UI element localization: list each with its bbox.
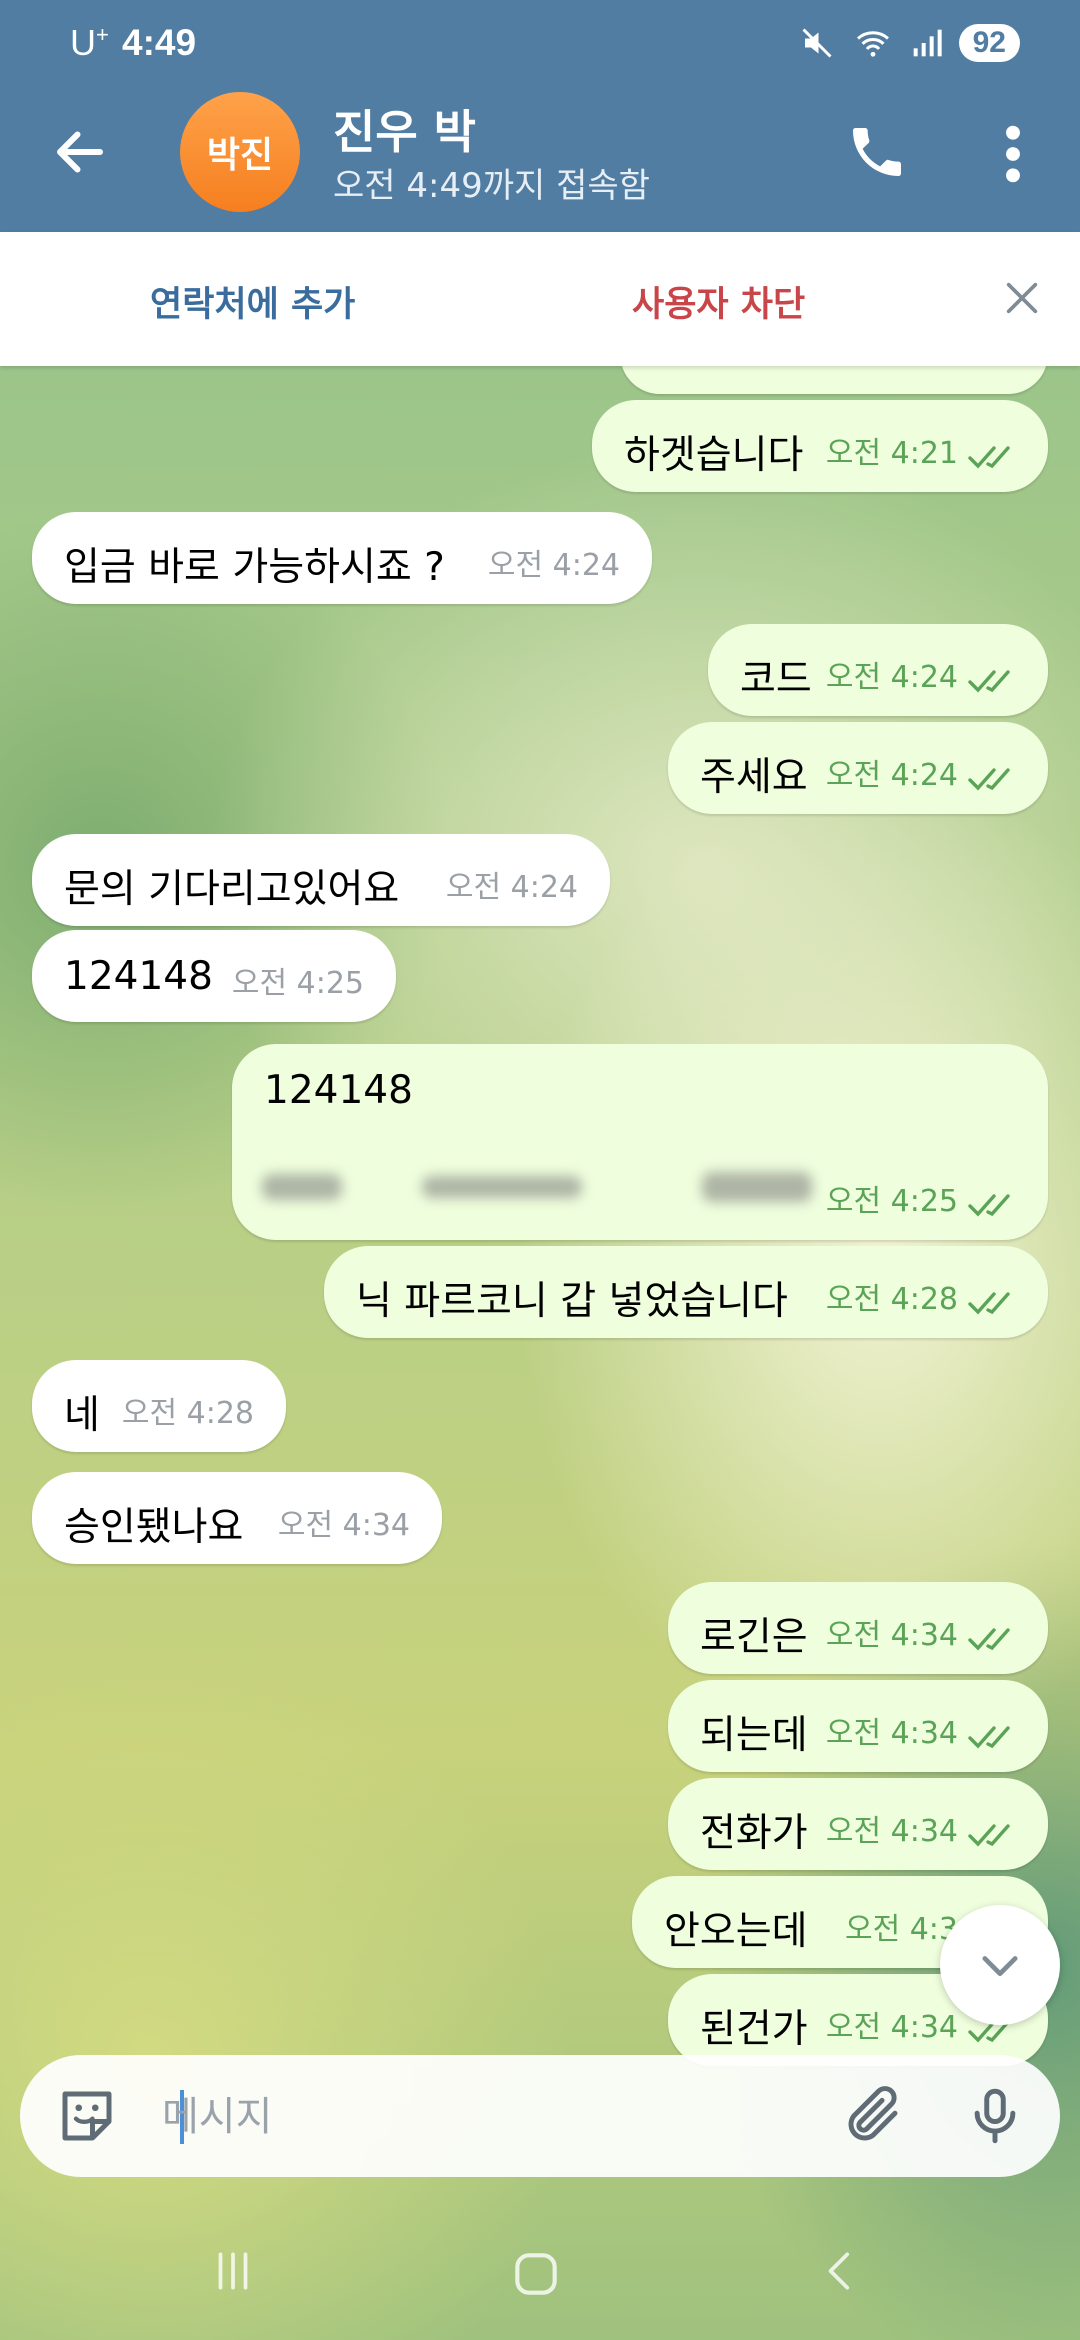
status-bar: U+ 4:49 92 bbox=[0, 0, 1080, 95]
redacted-text bbox=[702, 1172, 812, 1202]
more-options-icon[interactable] bbox=[995, 122, 1031, 186]
message-input-bar bbox=[20, 2055, 1060, 2177]
message-text: 전화가 bbox=[700, 1811, 808, 1856]
attach-paperclip-icon[interactable] bbox=[840, 2083, 906, 2149]
message-time: 오전 4:34 bbox=[825, 1618, 958, 1653]
contact-name[interactable]: 진우 박 bbox=[333, 96, 476, 162]
block-user-button[interactable]: 사용자 차단 bbox=[632, 276, 805, 327]
message-time: 오전 4:25 bbox=[231, 966, 364, 1001]
message-text: 로긴은 bbox=[700, 1615, 808, 1660]
microphone-icon[interactable] bbox=[962, 2081, 1028, 2151]
message-text: 닉 파르코니 갑 넣었습니다 bbox=[356, 1279, 788, 1324]
back-nav-icon[interactable] bbox=[816, 2246, 866, 2296]
recent-apps-icon[interactable] bbox=[208, 2246, 258, 2296]
message-bubble-outgoing[interactable]: 124148 오전 4:25 bbox=[232, 1044, 1048, 1240]
chevron-down-icon bbox=[982, 1956, 1018, 1977]
message-bubble-outgoing[interactable]: 하겟습니다 오전 4:21 bbox=[592, 400, 1048, 492]
home-icon[interactable] bbox=[508, 2246, 564, 2302]
message-text: 코드 bbox=[740, 657, 812, 702]
message-text: 문의 기다리고있어요 bbox=[64, 867, 400, 912]
message-bubble-outgoing[interactable]: 전화가 오전 4:34 bbox=[668, 1778, 1048, 1870]
message-time: 오전 4:25 bbox=[825, 1184, 958, 1219]
read-check-icon bbox=[968, 768, 1010, 791]
message-time: 오전 4:24 bbox=[445, 870, 578, 905]
read-check-icon bbox=[968, 1194, 1010, 1217]
message-time: 오전 4:24 bbox=[487, 548, 620, 583]
contact-avatar[interactable]: 박진 bbox=[180, 92, 300, 212]
message-text: 되는데 bbox=[700, 1713, 808, 1758]
message-bubble-outgoing[interactable]: 코드 오전 4:24 bbox=[708, 624, 1048, 716]
message-bubble-outgoing[interactable]: 되는데 오전 4:34 bbox=[668, 1680, 1048, 1772]
message-text: 안오는데 bbox=[664, 1909, 808, 1954]
message-text: 된건가 bbox=[700, 2007, 808, 2052]
last-seen-status: 오전 4:49까지 접속함 bbox=[333, 166, 650, 206]
message-bubble-incoming[interactable]: 네 오전 4:28 bbox=[32, 1360, 286, 1452]
back-arrow-icon[interactable] bbox=[50, 122, 110, 182]
message-bubble-outgoing[interactable]: 주세요 오전 4:24 bbox=[668, 722, 1048, 814]
message-input[interactable] bbox=[160, 2083, 804, 2151]
scroll-to-bottom-button[interactable] bbox=[940, 1905, 1060, 2025]
read-check-icon bbox=[968, 1628, 1010, 1651]
message-time: 오전 4:34 bbox=[825, 1716, 958, 1751]
unknown-contact-action-bar: 연락처에 추가 사용자 차단 bbox=[0, 232, 1080, 366]
chat-header: U+ 4:49 92 박진 진우 박 오전 4:49까지 접속함 bbox=[0, 0, 1080, 232]
message-time: 오전 4:24 bbox=[825, 660, 958, 695]
message-time: 오전 4:21 bbox=[825, 436, 958, 471]
message-bubble-incoming[interactable]: 승인됐나요 오전 4:34 bbox=[32, 1472, 442, 1564]
read-check-icon bbox=[968, 1726, 1010, 1749]
read-check-icon bbox=[968, 1292, 1010, 1315]
message-time: 오전 4:3 bbox=[844, 1912, 958, 1947]
message-bubble-outgoing[interactable]: 닉 파르코니 갑 넣었습니다 오전 4:28 bbox=[324, 1246, 1048, 1338]
message-text: 주세요 bbox=[700, 755, 808, 800]
message-time: 오전 4:34 bbox=[277, 1508, 410, 1543]
carrier-label: U+ bbox=[70, 22, 109, 63]
message-time: 오전 4:34 bbox=[825, 2010, 958, 2045]
message-text: 네 bbox=[64, 1393, 100, 1438]
message-text: 124148 bbox=[264, 1068, 413, 1113]
message-text: 입금 바로 가능하시죠 ? bbox=[64, 545, 445, 590]
mute-icon bbox=[802, 28, 832, 58]
close-icon[interactable] bbox=[1002, 278, 1042, 318]
message-text: 하겟습니다 bbox=[624, 433, 804, 478]
read-check-icon bbox=[968, 670, 1010, 693]
status-time: 4:49 bbox=[122, 22, 197, 63]
message-bubble-outgoing[interactable]: 로긴은 오전 4:34 bbox=[668, 1582, 1048, 1674]
add-contact-button[interactable]: 연락처에 추가 bbox=[150, 276, 355, 327]
wifi-icon bbox=[856, 31, 889, 57]
message-time: 오전 4:24 bbox=[825, 758, 958, 793]
message-text: 124148 bbox=[64, 954, 213, 999]
message-time: 오전 4:28 bbox=[121, 1396, 254, 1431]
message-time: 오전 4:28 bbox=[825, 1282, 958, 1317]
message-bubble-incoming[interactable]: 문의 기다리고있어요 오전 4:24 bbox=[32, 834, 610, 926]
status-icons: 92 bbox=[799, 24, 1020, 62]
redacted-text bbox=[262, 1174, 342, 1200]
message-bubble-incoming[interactable]: 124148 오전 4:25 bbox=[32, 930, 396, 1022]
read-check-icon bbox=[968, 446, 1010, 469]
signal-icon bbox=[913, 29, 942, 57]
system-navigation-bar bbox=[0, 2200, 1080, 2340]
sticker-emoji-icon[interactable] bbox=[54, 2083, 120, 2149]
battery-level: 92 bbox=[958, 24, 1020, 62]
message-text: 승인됐나요 bbox=[64, 1505, 244, 1550]
message-time: 오전 4:34 bbox=[825, 1814, 958, 1849]
redacted-text bbox=[422, 1176, 582, 1198]
phone-icon[interactable] bbox=[845, 120, 909, 184]
message-bubble-incoming[interactable]: 입금 바로 가능하시죠 ? 오전 4:24 bbox=[32, 512, 652, 604]
read-check-icon bbox=[968, 1824, 1010, 1847]
